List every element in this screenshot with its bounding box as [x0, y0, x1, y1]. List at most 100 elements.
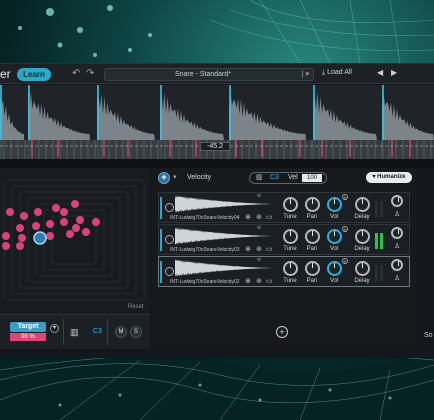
- solo-badge-icon[interactable]: S: [342, 226, 348, 232]
- pan-knob[interactable]: [305, 229, 320, 244]
- peak-value-label: -45.2: [200, 142, 230, 151]
- waveform-transient: [97, 94, 155, 140]
- unlink-icon[interactable]: ⊘: [257, 257, 261, 263]
- remove-icon[interactable]: ⊗: [245, 245, 251, 253]
- tune-label: Tune: [283, 214, 297, 220]
- folder-icon[interactable]: ▭: [266, 213, 273, 221]
- target-button[interactable]: Target: [10, 322, 46, 332]
- next-preset-button[interactable]: ▶: [391, 68, 397, 77]
- settings-icon[interactable]: ⊚: [256, 213, 262, 221]
- velocity-hit-dot: [71, 200, 79, 208]
- velocity-hit-dot: [46, 220, 54, 228]
- velocity-map-panel: Reset Target 98 % ▾ ▥ C3 M S: [0, 168, 150, 349]
- solo-button[interactable]: S: [130, 326, 142, 338]
- sample-layer-row[interactable]: ⊘ INT-Ludwig70sSnareVelocity04 ⊗ ⊚ ▭ Tune Pan V…: [158, 192, 410, 223]
- sample-name: INT-Ludwig70sSnareVelocity04: [170, 215, 240, 221]
- delay-label: Delay: [354, 214, 370, 220]
- velocity-value-input[interactable]: 100: [302, 174, 322, 182]
- velocity-hit-dot: [46, 232, 54, 240]
- velocity-hit-dot: [60, 218, 68, 226]
- layer-select-radio[interactable]: [165, 235, 174, 244]
- velocity-hit-dot: [2, 242, 10, 250]
- target-percent: 98 %: [10, 333, 46, 341]
- vol-label: Vol: [329, 246, 339, 252]
- tune-label: Tune: [283, 278, 297, 284]
- layer-select-radio[interactable]: [165, 203, 174, 212]
- level-meter: [375, 265, 378, 281]
- delay-label: Delay: [354, 246, 370, 252]
- remove-icon[interactable]: ⊗: [245, 277, 251, 285]
- previous-preset-button[interactable]: ◀: [377, 68, 383, 77]
- unlink-icon[interactable]: ⊘: [257, 225, 261, 231]
- tune-label: Tune: [283, 246, 297, 252]
- layer-select-radio[interactable]: [165, 267, 174, 276]
- velocity-scatter-pad[interactable]: [0, 176, 150, 310]
- delay-knob[interactable]: [355, 197, 370, 212]
- velocity-hit-dot: [92, 218, 100, 226]
- waveform-transient: [382, 92, 434, 140]
- velocity-hit-dot: [32, 222, 40, 230]
- dropdown-icon[interactable]: ▾: [50, 324, 59, 333]
- layer-mode-label: Velocity: [187, 174, 212, 181]
- waveform-transient: [0, 98, 24, 140]
- person-icon[interactable]: ♙: [394, 210, 400, 218]
- delay-knob[interactable]: [355, 261, 370, 276]
- velocity-hit-dot: [60, 208, 68, 216]
- redo-icon[interactable]: ↷: [86, 68, 94, 79]
- person-icon[interactable]: ♙: [394, 274, 400, 282]
- folder-icon[interactable]: ▭: [266, 245, 273, 253]
- tune-knob[interactable]: [283, 261, 298, 276]
- layers-header: ◈ ▾ Velocity ▥ C3 Vel 100 ▾ Humanize: [152, 168, 417, 186]
- layer-level-knob[interactable]: [391, 227, 403, 239]
- waveform-display[interactable]: -45.2: [0, 85, 434, 159]
- note-velocity-field[interactable]: ▥ C3 Vel 100: [249, 172, 327, 184]
- layer-level-knob[interactable]: [391, 195, 403, 207]
- solo-badge-icon[interactable]: S: [342, 258, 348, 264]
- sample-layer-row[interactable]: ⊘ INT-Ludwig70sSnareVelocity02 ⊗ ⊚ ▭ Tune Pan V…: [158, 256, 410, 287]
- sample-name: INT-Ludwig70sSnareVelocity02: [170, 279, 240, 285]
- load-all-button[interactable]: ⤓ Load All: [322, 69, 352, 77]
- pan-label: Pan: [306, 246, 318, 252]
- separator: [63, 319, 64, 345]
- person-icon[interactable]: ♙: [394, 242, 400, 250]
- chevron-down-icon[interactable]: ▾: [173, 173, 177, 181]
- pan-knob[interactable]: [305, 261, 320, 276]
- unlink-icon[interactable]: ⊘: [257, 193, 261, 199]
- remove-icon[interactable]: ⊗: [245, 213, 251, 221]
- load-all-label: Load All: [327, 69, 352, 76]
- velocity-hit-dot: [72, 224, 80, 232]
- waveform-transient: [28, 86, 90, 140]
- solo-badge-icon[interactable]: S: [342, 194, 348, 200]
- piano-icon[interactable]: ▥: [70, 327, 79, 338]
- add-layer-button[interactable]: +: [276, 326, 288, 338]
- undo-icon[interactable]: ↶: [72, 68, 80, 79]
- vol-knob[interactable]: [327, 229, 342, 244]
- mute-button[interactable]: M: [115, 326, 127, 338]
- layer-active-indicator: [160, 261, 162, 283]
- learn-button[interactable]: Learn: [17, 68, 51, 81]
- pan-knob[interactable]: [305, 197, 320, 212]
- vol-label: Vol: [329, 214, 339, 220]
- settings-icon[interactable]: ⊚: [256, 277, 262, 285]
- sample-layer-row[interactable]: ⊘ INT-Ludwig70sSnareVelocity03 ⊗ ⊚ ▭ Tune Pan V…: [158, 224, 410, 255]
- pan-label: Pan: [306, 278, 318, 284]
- pad-contour: [35, 203, 113, 277]
- layer-level-knob[interactable]: [391, 259, 403, 271]
- humanize-button[interactable]: ▾ Humanize: [366, 172, 412, 183]
- side-label: So: [424, 332, 433, 339]
- vel-label: Vel: [288, 174, 298, 181]
- tune-knob[interactable]: [283, 229, 298, 244]
- vol-knob[interactable]: [327, 261, 342, 276]
- tune-knob[interactable]: [283, 197, 298, 212]
- folder-icon[interactable]: ▭: [266, 277, 273, 285]
- hit-control-bar: Target 98 % ▾ ▥ C3 M S: [0, 314, 150, 349]
- humanize-label: Humanize: [377, 174, 406, 180]
- vol-knob[interactable]: [327, 197, 342, 212]
- mode-icon[interactable]: ◈: [158, 172, 170, 184]
- sample-name: INT-Ludwig70sSnareVelocity03: [170, 247, 240, 253]
- delay-knob[interactable]: [355, 229, 370, 244]
- reset-button[interactable]: Reset: [128, 304, 144, 310]
- preset-selector[interactable]: Snare - Standard* | ▾: [104, 68, 314, 81]
- download-icon: ⤓: [322, 69, 326, 76]
- settings-icon[interactable]: ⊚: [256, 245, 262, 253]
